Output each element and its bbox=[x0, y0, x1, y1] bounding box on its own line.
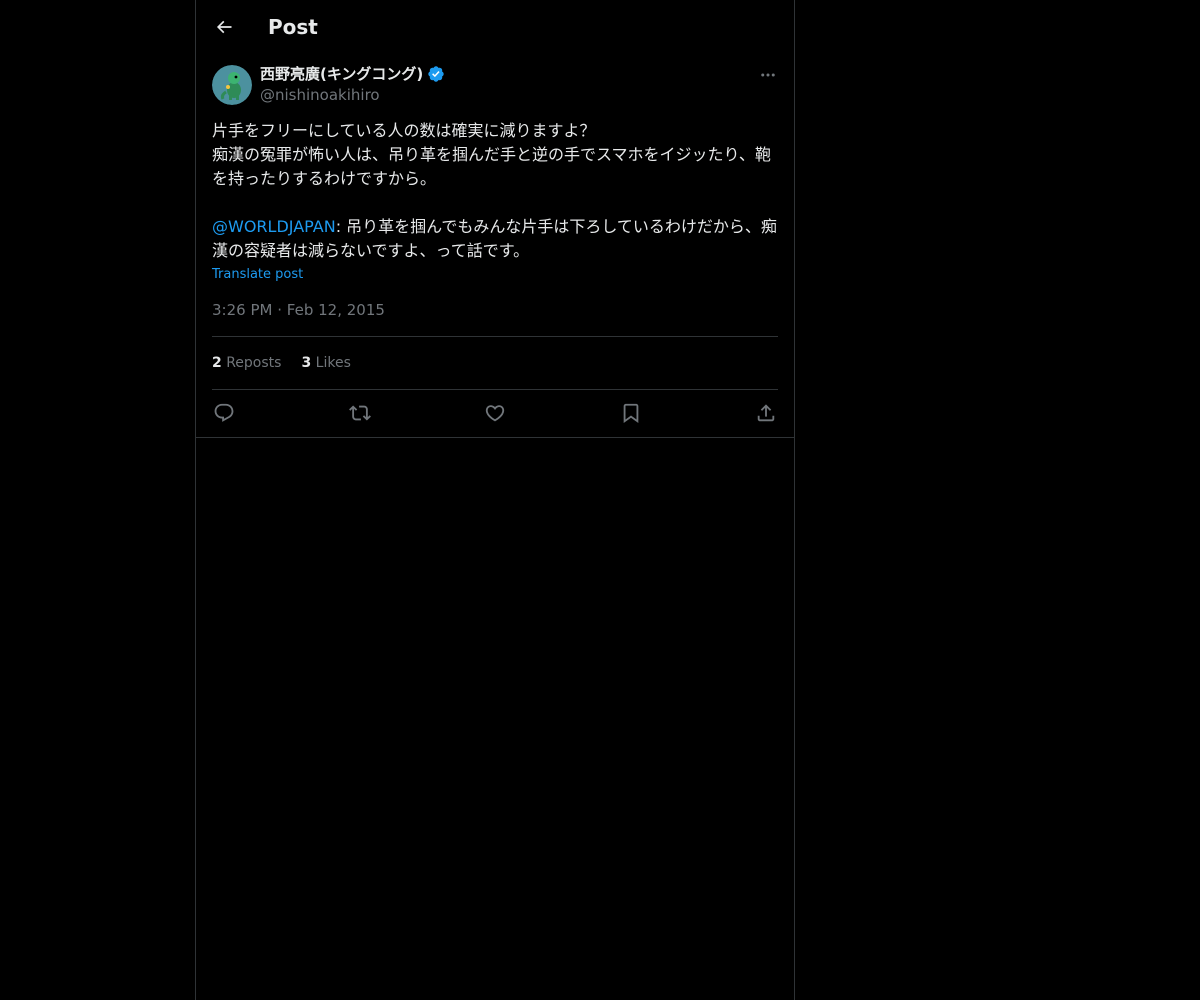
post-quote-line: @WORLDJAPAN: 吊り革を掴んでもみんな片手は下ろしているわけだから、痴… bbox=[212, 215, 778, 263]
page-title: Post bbox=[268, 15, 318, 39]
like-button[interactable] bbox=[483, 400, 507, 426]
author-handle[interactable]: @nishinoakihiro bbox=[260, 85, 380, 105]
reposts-stat[interactable]: 2 Reposts bbox=[212, 353, 281, 373]
arrow-left-icon bbox=[216, 20, 232, 34]
like-icon bbox=[485, 405, 505, 422]
back-button[interactable] bbox=[210, 13, 238, 41]
avatar[interactable] bbox=[212, 65, 252, 105]
post-text-line: 片手をフリーにしている人の数は確実に減りますよ？ bbox=[212, 121, 596, 140]
bookmark-button[interactable] bbox=[619, 400, 643, 426]
reposts-label: Reposts bbox=[226, 355, 282, 371]
post-header: Post bbox=[196, 0, 794, 54]
more-options-button[interactable] bbox=[756, 64, 780, 86]
likes-stat[interactable]: 3 Likes bbox=[301, 353, 350, 373]
reply-icon bbox=[214, 403, 234, 422]
bookmark-icon bbox=[623, 403, 638, 424]
translate-post-link[interactable]: Translate post bbox=[212, 266, 303, 284]
author-name[interactable]: 西野亮廣(キングコング) bbox=[260, 64, 445, 84]
likes-label: Likes bbox=[315, 355, 351, 371]
post-stats: 2 Reposts 3 Likes bbox=[212, 353, 351, 373]
post-text-line: 痴漢の冤罪が怖い人は、吊り革を掴んだ手と逆の手でスマホをイジッたり、鞄を持ったり… bbox=[212, 145, 771, 188]
post-timestamp: 3:26 PM · Feb 12, 2015 bbox=[212, 300, 385, 320]
post-actions-bar bbox=[212, 400, 778, 426]
timestamp-separator: · bbox=[277, 301, 283, 319]
reposts-count: 2 bbox=[212, 355, 222, 371]
post-date[interactable]: Feb 12, 2015 bbox=[287, 301, 385, 319]
dinosaur-avatar-icon bbox=[212, 65, 252, 105]
post-detail-column: Post 西野亮廣(キングコング) @nishinoakihiro 片手をフリー… bbox=[195, 0, 795, 1000]
repost-button[interactable] bbox=[348, 400, 372, 426]
divider bbox=[212, 336, 778, 337]
share-icon bbox=[757, 404, 775, 422]
ellipsis-icon bbox=[761, 73, 775, 77]
likes-count: 3 bbox=[301, 355, 312, 371]
post-bottom-border bbox=[196, 437, 794, 438]
divider bbox=[212, 389, 778, 390]
verified-badge-icon bbox=[428, 66, 444, 82]
share-button[interactable] bbox=[754, 400, 778, 426]
reply-button[interactable] bbox=[212, 400, 236, 426]
author-display-name: 西野亮廣(キングコング) bbox=[260, 65, 424, 83]
post-time[interactable]: 3:26 PM bbox=[212, 301, 272, 319]
post-text-spacer bbox=[212, 191, 778, 215]
repost-icon bbox=[348, 405, 371, 421]
post-text: 片手をフリーにしている人の数は確実に減りますよ？ 痴漢の冤罪が怖い人は、吊り革を… bbox=[212, 119, 778, 263]
mention-link[interactable]: @WORLDJAPAN bbox=[212, 217, 336, 236]
